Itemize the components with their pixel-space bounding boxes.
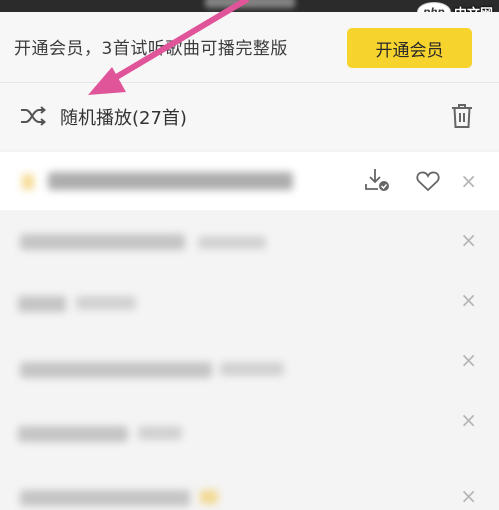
open-vip-button[interactable]: 开通会员 [347, 28, 472, 68]
blurred-song-title [18, 296, 66, 312]
remove-icon[interactable]: × [460, 230, 477, 250]
blurred-header-text [205, 0, 295, 8]
remove-icon[interactable]: × [460, 171, 477, 191]
blurred-song-artist [138, 426, 182, 440]
remove-icon[interactable]: × [460, 486, 477, 506]
list-item[interactable]: × [0, 390, 499, 450]
blurred-song-artist [220, 362, 284, 376]
blurred-song-title [20, 490, 190, 506]
vip-promo-text: 开通会员，3首试听歌曲可播完整版 [14, 39, 288, 59]
blurred-song-artist [76, 296, 136, 310]
vip-promo-bar: 开通会员，3首试听歌曲可播完整版 开通会员 [0, 12, 499, 83]
shuffle-icon[interactable] [20, 105, 46, 127]
heart-icon[interactable] [416, 170, 440, 192]
list-item[interactable]: × [0, 270, 499, 330]
remove-icon[interactable]: × [460, 290, 477, 310]
blurred-song-artist [198, 236, 266, 249]
remove-icon[interactable]: × [460, 350, 477, 370]
list-item[interactable]: × [0, 330, 499, 390]
play-mode-label[interactable]: 随机播放(27首) [60, 104, 187, 130]
remove-icon[interactable]: × [460, 410, 477, 430]
blurred-song-title [20, 234, 185, 250]
blurred-song-title [48, 172, 293, 190]
blurred-now-playing-icon [22, 174, 34, 190]
download-icon[interactable] [364, 168, 390, 192]
song-list: × × × × × × [0, 152, 499, 510]
blurred-song-title [20, 362, 212, 378]
blurred-song-title [18, 426, 128, 442]
trash-icon[interactable] [451, 103, 473, 129]
playlist-header: 随机播放(27首) [0, 83, 499, 149]
list-item[interactable]: × [0, 450, 499, 510]
list-item[interactable]: × [0, 210, 499, 270]
list-item[interactable]: × [0, 152, 499, 210]
